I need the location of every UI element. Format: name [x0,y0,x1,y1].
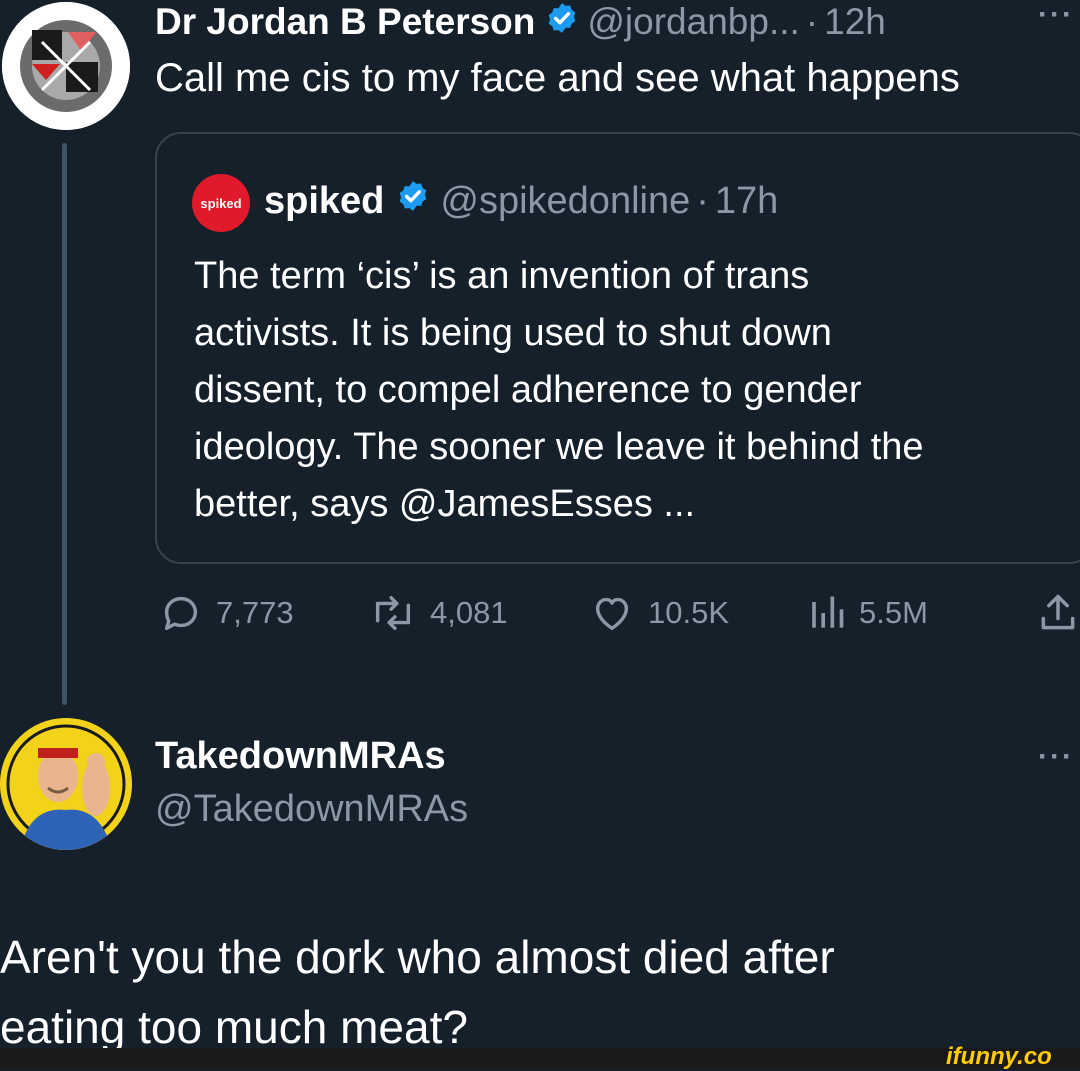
tweet-header: Dr Jordan B Peterson @jordanbp... · 12h [155,0,886,44]
reply-button[interactable]: 7,773 [158,590,294,636]
header-separator: · [805,1,819,42]
quoted-text-line: The term ‘cis’ is an invention of trans [194,255,810,297]
thread-connector-line [62,143,67,705]
quoted-text-line: activists. It is being used to shut down [194,312,832,354]
reply-count: 7,773 [216,595,294,630]
share-icon [1041,594,1075,630]
reply-author-avatar[interactable] [0,718,132,850]
reply-author-name[interactable]: TakedownMRAs [155,735,446,778]
reply-icon [164,596,198,631]
quoted-tweet-header: spiked @spikedonline · 17h [264,178,778,224]
heart-icon [595,597,629,631]
view-count: 5.5M [859,595,928,630]
watermark-bar [0,1048,1080,1069]
quoted-tweet-text: The term ‘cis’ is an invention of trans … [194,248,924,533]
views-button[interactable]: 5.5M [803,590,928,636]
tweet-text: Call me cis to my face and see what happ… [155,56,960,100]
analytics-icon [812,596,844,628]
quoted-author-handle[interactable]: @spikedonline [440,180,690,223]
reply-author-handle[interactable]: @TakedownMRAs [155,788,468,831]
quoted-tweet-timestamp[interactable]: 17h [715,180,778,223]
like-button[interactable]: 10.5K [588,590,729,636]
reply-avatar-image [0,718,132,850]
quoted-verified-badge-icon [396,179,430,223]
retweet-count: 4,081 [430,595,508,630]
quoted-author-name[interactable]: spiked [264,180,384,223]
quoted-text-line: ideology. The sooner we leave it behind … [194,426,924,468]
quoted-text-line: dissent, to compel adherence to gender [194,369,862,411]
retweet-button[interactable]: 4,081 [368,590,508,636]
tweet-timestamp[interactable]: 12h [824,1,886,43]
more-options-icon[interactable]: ··· [1038,0,1074,32]
reply-text: Aren't you the dork who almost died afte… [0,922,835,1062]
author-avatar[interactable] [2,2,130,130]
ifunny-watermark: ifunny.co [946,1043,1052,1070]
reply-more-options-icon[interactable]: ··· [1038,740,1074,774]
quoted-text-line: better, says @JamesEsses ... [194,483,696,525]
share-button[interactable] [1036,590,1080,636]
like-count: 10.5K [648,595,730,630]
quoted-header-separator: · [696,179,709,222]
reply-text-line: Aren't you the dork who almost died afte… [0,931,835,983]
author-name[interactable]: Dr Jordan B Peterson [155,1,535,43]
avatar-image [2,2,130,130]
retweet-icon [375,595,411,631]
spiked-logo-text: spiked [200,195,242,211]
author-handle[interactable]: @jordanbp... [587,1,799,43]
quoted-author-avatar[interactable]: spiked [192,174,250,232]
verified-badge-icon [545,1,579,44]
